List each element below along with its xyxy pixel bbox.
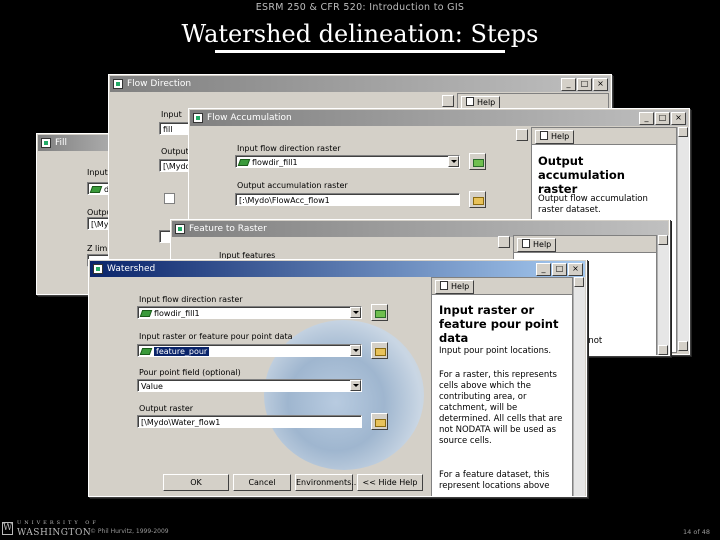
window-icon	[193, 113, 203, 123]
scroll-down-icon[interactable]	[678, 341, 688, 351]
flow-direction-title: Flow Direction	[127, 79, 192, 89]
watershed-help-panel: Help Input raster or feature pour point …	[431, 277, 573, 496]
flow-direction-output-label: Output	[161, 147, 189, 156]
scrollbar[interactable]	[677, 127, 689, 351]
window-icon	[175, 224, 185, 234]
watershed-help-paragraph-3: For a feature dataset, this represent lo…	[439, 470, 550, 491]
layer-icon	[139, 348, 153, 355]
globe-watermark	[264, 320, 424, 470]
maximize-icon[interactable]: □	[655, 112, 670, 125]
page-number: 14 of 48	[683, 528, 710, 536]
flow-accumulation-titlebar[interactable]: Flow Accumulation _ □ ×	[190, 110, 688, 126]
feature-to-raster-title: Feature to Raster	[189, 224, 267, 234]
fill-input-label: Input	[87, 168, 108, 177]
flow-direction-titlebar[interactable]: Flow Direction _ □ ×	[110, 76, 610, 92]
flow-direction-collapse-button[interactable]	[442, 95, 454, 107]
title-underline	[215, 50, 505, 53]
uw-bottom-text: WASHINGTON	[17, 528, 92, 538]
minimize-icon[interactable]: _	[561, 78, 576, 91]
dropdown-arrow-icon[interactable]	[448, 156, 459, 167]
flow-accumulation-output-field[interactable]: [:\Mydo\FlowAcc_flow1	[235, 193, 460, 206]
maximize-icon[interactable]: □	[552, 263, 567, 276]
dropdown-arrow-icon[interactable]	[350, 380, 361, 391]
watershed-help-heading: Input raster or feature pour point data	[439, 303, 559, 345]
fill-title: Fill	[55, 138, 68, 148]
maximize-icon[interactable]: □	[577, 78, 592, 91]
help-toolbar: Help	[514, 236, 656, 253]
scrollbar[interactable]	[573, 277, 585, 496]
scroll-down-icon[interactable]	[658, 345, 668, 355]
dropdown-arrow-icon[interactable]	[350, 345, 361, 356]
watershed-output-field[interactable]: [\Mydo\Water_flow1	[137, 415, 362, 428]
watershed-title: Watershed	[107, 264, 156, 274]
browse-folder-icon[interactable]	[371, 342, 388, 359]
help-toolbar: Help	[432, 278, 572, 295]
slide-title: Watershed delineation: Steps	[181, 20, 539, 48]
cancel-button[interactable]: Cancel	[233, 474, 291, 491]
window-icon	[41, 138, 51, 148]
watershed-help-paragraph-1: Input pour point locations.	[439, 346, 552, 356]
watershed-flowdir-field[interactable]: flowdir_fill1	[137, 306, 362, 319]
browse-folder-icon[interactable]	[469, 191, 486, 208]
help-button[interactable]: Help	[535, 130, 575, 144]
watershed-window[interactable]: Watershed _ □ × Input flow direction raste…	[88, 259, 587, 497]
watershed-help-paragraph-2: For a raster, this represents cells abov…	[439, 370, 563, 446]
browse-folder-icon[interactable]	[469, 153, 486, 170]
layer-icon	[89, 186, 103, 193]
uw-top-text: UNIVERSITY OF	[17, 520, 99, 526]
watershed-titlebar[interactable]: Watershed _ □ ×	[90, 261, 585, 277]
help-toolbar: Help	[532, 128, 676, 145]
help-button[interactable]: Help	[435, 280, 475, 294]
scroll-up-icon[interactable]	[678, 127, 688, 137]
flow-accumulation-collapse-button[interactable]	[516, 129, 528, 141]
flow-accumulation-output-label: Output accumulation raster	[237, 181, 348, 190]
watershed-pour-point-label: Input raster or feature pour point data	[139, 332, 293, 341]
copyright: © Phil Hurvitz, 1999-2009	[90, 528, 169, 535]
minimize-icon[interactable]: _	[536, 263, 551, 276]
browse-folder-icon[interactable]	[371, 304, 388, 321]
scroll-up-icon[interactable]	[574, 277, 584, 287]
watershed-flowdir-label: Input flow direction raster	[139, 295, 243, 304]
course-header: ESRM 250 & CFR 520: Introduction to GIS	[255, 2, 465, 13]
close-icon[interactable]: ×	[671, 112, 686, 125]
flow-accumulation-title: Flow Accumulation	[207, 113, 292, 123]
help-button[interactable]: Help	[517, 238, 557, 252]
browse-folder-icon[interactable]	[371, 413, 388, 430]
minimize-icon[interactable]: _	[639, 112, 654, 125]
watershed-pour-point-field[interactable]: feature_pour	[137, 344, 362, 357]
layer-icon	[237, 159, 251, 166]
flow-accumulation-help-text: Output flow accumulation raster dataset.	[538, 194, 648, 215]
flow-accumulation-help-heading: Output accumulation raster	[538, 154, 625, 196]
flow-direction-input-label: Input	[161, 110, 182, 119]
dropdown-arrow-icon[interactable]	[350, 307, 361, 318]
flow-direction-checkbox[interactable]	[164, 193, 175, 204]
hide-help-button[interactable]: << Hide Help	[357, 474, 423, 491]
watershed-pour-field-label: Pour point field (optional)	[139, 368, 241, 377]
close-icon[interactable]: ×	[593, 78, 608, 91]
uw-w-icon: W	[2, 522, 13, 535]
watershed-pour-field-select[interactable]: Value	[137, 379, 362, 392]
scroll-up-icon[interactable]	[658, 235, 668, 245]
flow-accumulation-input-field[interactable]: flowdir_fill1	[235, 155, 460, 168]
window-icon	[93, 264, 103, 274]
watershed-output-label: Output raster	[139, 404, 194, 413]
layer-icon	[139, 310, 153, 317]
ok-button[interactable]: OK	[163, 474, 229, 491]
scrollbar[interactable]	[657, 235, 669, 355]
environments-button[interactable]: Environments...	[295, 474, 359, 491]
flow-accumulation-input-label: Input flow direction raster	[237, 144, 341, 153]
close-icon[interactable]: ×	[568, 263, 583, 276]
window-icon	[113, 79, 123, 89]
feature-to-raster-collapse-button[interactable]	[498, 236, 510, 248]
